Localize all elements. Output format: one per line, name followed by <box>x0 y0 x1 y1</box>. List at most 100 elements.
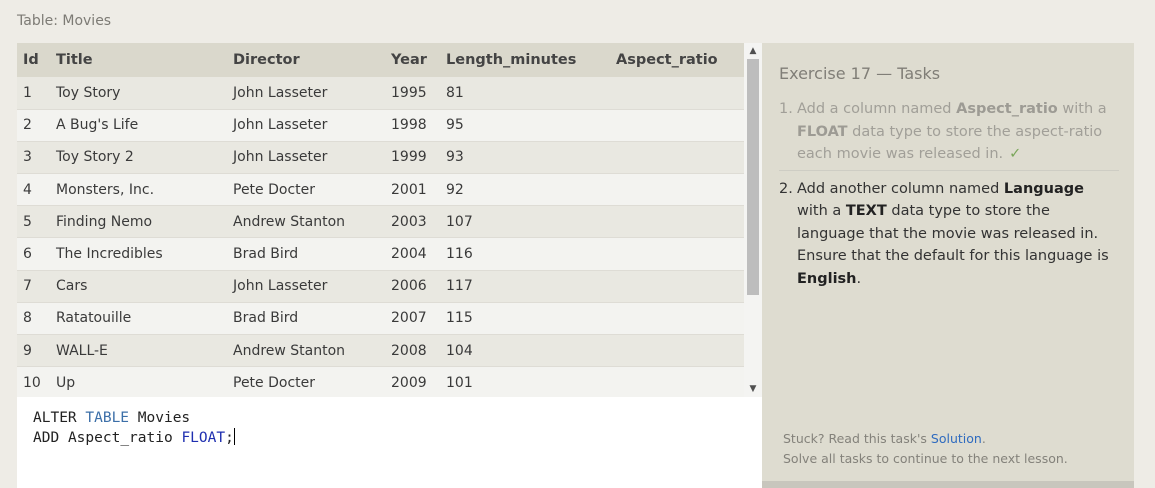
cell-title: WALL-E <box>56 342 108 359</box>
text-cursor <box>233 428 236 445</box>
column-header-id: Id <box>23 52 39 68</box>
cell-aspect-ratio <box>616 174 744 206</box>
cell-length-minutes: 92 <box>446 181 464 198</box>
table-row: 10 Up Pete Docter 2009 101 <box>17 366 744 397</box>
cell-length-minutes: 81 <box>446 84 464 101</box>
table-caption: Table: Movies <box>17 13 112 29</box>
cell-aspect-ratio <box>616 238 744 270</box>
cell-length-minutes: 116 <box>446 246 473 263</box>
task-list: 1. Add a column named Aspect_ratio with … <box>779 98 1119 290</box>
task-keyword: FLOAT <box>797 123 848 140</box>
table-row: 3 Toy Story 2 John Lasseter 1999 93 <box>17 141 744 174</box>
cell-title: Ratatouille <box>56 310 132 327</box>
task-keyword: TEXT <box>845 203 887 219</box>
cell-year: 2003 <box>391 213 427 230</box>
column-header-year: Year <box>391 52 427 68</box>
task-1: 1. Add a column named Aspect_ratio with … <box>779 98 1119 171</box>
results-table: Id Title Director Year Length_minutes As… <box>17 43 744 397</box>
cell-length-minutes: 101 <box>446 374 473 391</box>
table-row: 9 WALL-E Andrew Stanton 2008 104 <box>17 334 744 367</box>
cell-director: John Lasseter <box>233 278 328 295</box>
cell-length-minutes: 95 <box>446 117 464 134</box>
task-text-part: Add a column named <box>797 101 957 117</box>
cell-length-minutes: 107 <box>446 213 473 230</box>
cell-director: Andrew Stanton <box>233 213 346 230</box>
task-keyword: Language <box>1003 180 1084 197</box>
cell-length-minutes: 93 <box>446 149 464 166</box>
cell-aspect-ratio <box>616 367 744 397</box>
scrollbar-thumb[interactable] <box>747 59 759 295</box>
editor-line-1: ALTER TABLE Movies <box>33 408 762 428</box>
cell-year: 2009 <box>391 374 427 391</box>
table-scrollbar[interactable]: ▲ ▼ <box>744 43 762 397</box>
stuck-text: Stuck? Read this task's <box>783 431 931 446</box>
cell-year: 1995 <box>391 84 427 101</box>
scroll-down-arrow-icon[interactable]: ▼ <box>744 381 762 397</box>
stuck-text-end: . <box>981 431 986 446</box>
sql-keyword-add: ADD <box>33 430 60 446</box>
cell-title: Toy Story <box>56 84 121 101</box>
task-text-part: with a <box>1057 101 1107 117</box>
column-header-aspect-ratio: Aspect_ratio <box>616 52 718 68</box>
results-table-container: Id Title Director Year Length_minutes As… <box>17 43 762 397</box>
sql-table-name: Movies <box>137 410 191 426</box>
column-header-director: Director <box>233 52 300 68</box>
cell-id: 7 <box>23 278 32 295</box>
cell-aspect-ratio <box>616 206 744 238</box>
table-row: 1 Toy Story John Lasseter 1995 81 <box>17 77 744 110</box>
cell-year: 2004 <box>391 246 427 263</box>
cell-id: 10 <box>23 374 41 391</box>
table-row: 2 A Bug's Life John Lasseter 1998 95 <box>17 109 744 142</box>
column-header-length-minutes: Length_minutes <box>446 52 577 68</box>
cell-aspect-ratio <box>616 302 744 334</box>
exercise-panel: Exercise 17 — Tasks 1. Add a column name… <box>762 43 1134 488</box>
table-header-row: Id Title Director Year Length_minutes As… <box>17 43 744 77</box>
cell-length-minutes: 115 <box>446 310 473 327</box>
cell-aspect-ratio <box>616 141 744 173</box>
sql-editor[interactable]: ALTER TABLE Movies ADD Aspect_ratio FLOA… <box>17 397 762 488</box>
cell-id: 1 <box>23 84 32 101</box>
cell-title: Cars <box>56 278 88 295</box>
cell-aspect-ratio <box>616 335 744 367</box>
exercise-footer: Stuck? Read this task's Solution. Solve … <box>783 429 1068 469</box>
cell-director: John Lasseter <box>233 117 328 134</box>
cell-aspect-ratio <box>616 77 744 109</box>
table-row: 7 Cars John Lasseter 2006 117 <box>17 270 744 303</box>
cell-year: 2001 <box>391 181 427 198</box>
task-text: Add a column named Aspect_ratio with a F… <box>797 98 1119 166</box>
sql-column-name: Aspect_ratio <box>67 430 173 446</box>
cell-title: Finding Nemo <box>56 213 153 230</box>
left-panel: Id Title Director Year Length_minutes As… <box>17 43 762 488</box>
cell-director: John Lasseter <box>233 84 328 101</box>
table-row: 4 Monsters, Inc. Pete Docter 2001 92 <box>17 173 744 206</box>
sql-semicolon: ; <box>225 430 234 446</box>
task-text-part: with a <box>797 203 846 219</box>
continue-hint: Solve all tasks to continue to the next … <box>783 451 1068 466</box>
stuck-line: Stuck? Read this task's Solution. <box>783 429 1068 449</box>
cell-aspect-ratio <box>616 109 744 141</box>
sql-keyword-table: TABLE <box>85 410 130 426</box>
task-number: 2. <box>779 180 793 197</box>
column-header-title: Title <box>56 52 93 68</box>
solution-link[interactable]: Solution <box>931 431 982 446</box>
task-2: 2. Add another column named Language wit… <box>779 178 1119 291</box>
task-text-part: Add another column named <box>797 180 1004 197</box>
exercise-title: Exercise 17 — Tasks <box>779 64 941 83</box>
cell-title: A Bug's Life <box>56 117 139 134</box>
sql-type-float: FLOAT <box>181 430 226 446</box>
cell-id: 3 <box>23 149 32 166</box>
cell-title: Toy Story 2 <box>56 149 134 166</box>
cell-length-minutes: 104 <box>446 342 473 359</box>
task-text-part: . <box>856 270 862 287</box>
task-number: 1. <box>779 101 793 117</box>
cell-year: 1998 <box>391 117 427 134</box>
cell-id: 2 <box>23 117 32 134</box>
cell-title: Up <box>56 374 76 391</box>
table-row: 8 Ratatouille Brad Bird 2007 115 <box>17 302 744 335</box>
scroll-up-arrow-icon[interactable]: ▲ <box>744 43 762 59</box>
panel-bottom-strip <box>762 481 1134 488</box>
cell-year: 2007 <box>391 310 427 327</box>
cell-director: Pete Docter <box>233 181 316 198</box>
cell-id: 4 <box>23 181 32 198</box>
cell-title: Monsters, Inc. <box>56 181 155 198</box>
